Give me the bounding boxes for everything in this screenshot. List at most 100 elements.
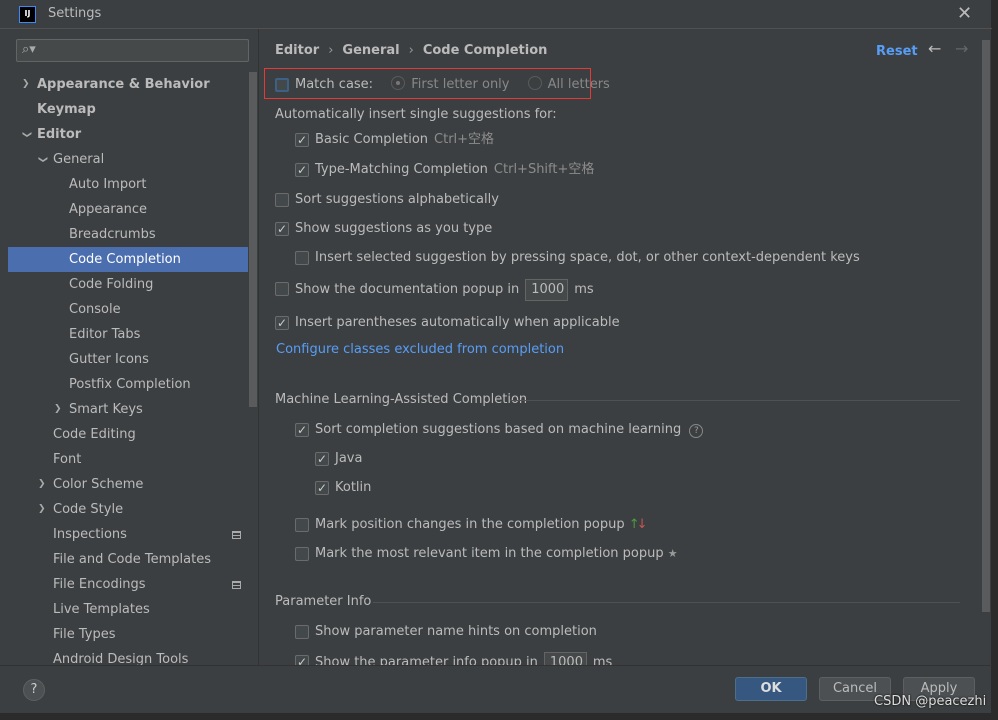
sidebar-item-label: General: [53, 152, 105, 167]
help-button[interactable]: ?: [23, 679, 45, 701]
checkbox[interactable]: [295, 251, 309, 265]
content-panel: Editor › General › Code Completion Reset ← →…: [259, 29, 992, 665]
match-case-label: Match case:: [295, 77, 374, 92]
separator: [510, 400, 960, 401]
sidebar-item-label: Color Scheme: [53, 477, 144, 492]
checkbox[interactable]: [275, 282, 289, 296]
settings-sidebar: ⌕▾ ❯ Appearance & Behavior Keymap ❯ Editor ❯ G…: [8, 29, 258, 665]
checkbox-checked[interactable]: ✓: [295, 423, 309, 437]
sidebar-item-label: Appearance: [69, 202, 148, 217]
arrow-right-icon[interactable]: →: [955, 39, 968, 58]
sidebar-item-postfix-completion[interactable]: Postfix Completion: [8, 372, 248, 397]
breadcrumb-item: Code Completion: [422, 43, 548, 58]
reset-link[interactable]: Reset: [876, 44, 918, 59]
auto-insert-label: Automatically insert single suggestions …: [275, 107, 557, 122]
breadcrumb: Editor › General › Code Completion: [275, 43, 547, 58]
sidebar-item-label: Gutter Icons: [69, 352, 149, 367]
chevron-right-icon[interactable]: ❯: [38, 472, 46, 497]
configure-excluded-link[interactable]: Configure classes excluded from completi…: [276, 342, 564, 357]
sidebar-item-label: Smart Keys: [69, 402, 143, 417]
arrow-left-icon[interactable]: ←: [928, 39, 941, 58]
breadcrumb-item[interactable]: General: [342, 43, 399, 58]
sidebar-item-label: File and Code Templates: [53, 552, 211, 567]
window-title: Settings: [48, 6, 102, 21]
ok-button[interactable]: OK: [735, 677, 807, 701]
sidebar-item-auto-import[interactable]: Auto Import: [8, 172, 248, 197]
checkbox-checked[interactable]: ✓: [295, 133, 309, 147]
checkbox-checked[interactable]: ✓: [275, 222, 289, 236]
star-icon: ★: [667, 547, 678, 560]
content-scrollbar[interactable]: [982, 40, 990, 612]
sidebar-item-font[interactable]: Font: [8, 447, 248, 472]
checkbox-checked[interactable]: ✓: [275, 316, 289, 330]
chevron-right-icon[interactable]: ❯: [38, 497, 46, 522]
chevron-down-icon[interactable]: ❯: [13, 131, 38, 139]
checkbox-checked[interactable]: ✓: [315, 452, 329, 466]
sidebar-item-label: Keymap: [37, 102, 96, 117]
sidebar-item-live-templates[interactable]: Live Templates: [8, 597, 248, 622]
param-popup-delay-input[interactable]: 1000: [543, 652, 587, 665]
sidebar-item-code-folding[interactable]: Code Folding: [8, 272, 248, 297]
radio-icon: [391, 76, 406, 90]
sidebar-item-file-encodings[interactable]: File Encodings: [8, 572, 248, 597]
sidebar-item-code-editing[interactable]: Code Editing: [8, 422, 248, 447]
sidebar-item-inspections[interactable]: Inspections: [8, 522, 248, 547]
checkbox[interactable]: [295, 625, 309, 639]
sidebar-item-breadcrumbs[interactable]: Breadcrumbs: [8, 222, 248, 247]
sidebar-item-console[interactable]: Console: [8, 297, 248, 322]
chevron-right-icon[interactable]: ❯: [22, 72, 30, 97]
radio-first-letter[interactable]: First letter only: [391, 76, 510, 92]
sidebar-item-code-style[interactable]: ❯ Code Style: [8, 497, 248, 522]
sidebar-item-label: File Types: [53, 627, 116, 642]
sidebar-item-label: Editor Tabs: [69, 327, 141, 342]
checkbox[interactable]: [295, 518, 309, 532]
checkbox-checked[interactable]: ✓: [315, 481, 329, 495]
sidebar-item-label: Postfix Completion: [69, 377, 191, 392]
sidebar-item-label: Font: [53, 452, 82, 467]
sidebar-item-gutter-icons[interactable]: Gutter Icons: [8, 347, 248, 372]
settings-window: IJ Settings ✕ ⌕▾ ❯ Appearance & Behavior K…: [0, 0, 992, 713]
search-input[interactable]: ⌕▾: [16, 39, 249, 62]
checkbox[interactable]: [275, 193, 289, 207]
sidebar-item-label: Appearance & Behavior: [37, 77, 210, 92]
sidebar-item-keymap[interactable]: Keymap: [8, 97, 248, 122]
sidebar-item-label: File Encodings: [53, 577, 146, 592]
sidebar-item-smart-keys[interactable]: ❯ Smart Keys: [8, 397, 248, 422]
chevron-right-icon: ›: [328, 43, 334, 58]
checkbox-checked[interactable]: ✓: [295, 163, 309, 177]
sidebar-item-editor[interactable]: ❯ Editor: [8, 122, 248, 147]
ml-section-header: Machine Learning-Assisted Completion: [275, 392, 960, 407]
sidebar-item-code-completion[interactable]: Code Completion: [8, 247, 248, 272]
sidebar-item-general[interactable]: ❯ General: [8, 147, 248, 172]
sidebar-item-label: Code Editing: [53, 427, 136, 442]
title-bar: IJ Settings ✕: [0, 0, 992, 29]
checkbox[interactable]: [295, 547, 309, 561]
breadcrumb-item[interactable]: Editor: [275, 43, 319, 58]
help-icon[interactable]: ?: [689, 424, 704, 438]
param-section-header: Parameter Info: [275, 594, 960, 609]
sidebar-item-appearance-behavior[interactable]: ❯ Appearance & Behavior: [8, 72, 248, 97]
sidebar-item-label: Code Folding: [69, 277, 154, 292]
intellij-logo-icon: IJ: [19, 6, 36, 23]
radio-all-letters[interactable]: All letters: [527, 76, 610, 92]
sidebar-scrollbar[interactable]: [249, 72, 257, 407]
sidebar-item-android-design-tools[interactable]: Android Design Tools: [8, 647, 248, 665]
sidebar-item-label: Code Completion: [69, 252, 181, 267]
sidebar-item-file-types[interactable]: File Types: [8, 622, 248, 647]
sidebar-item-label: Console: [69, 302, 121, 317]
chevron-right-icon[interactable]: ❯: [54, 397, 62, 422]
sidebar-item-file-and-code-templates[interactable]: File and Code Templates: [8, 547, 248, 572]
chevron-right-icon: ›: [408, 43, 414, 58]
close-icon[interactable]: ✕: [957, 3, 972, 24]
match-case-checkbox[interactable]: [275, 78, 289, 92]
sidebar-item-color-scheme[interactable]: ❯ Color Scheme: [8, 472, 248, 497]
sidebar-item-label: Inspections: [53, 527, 127, 542]
sidebar-item-label: Breadcrumbs: [69, 227, 156, 242]
modified-settings-icon: [232, 531, 241, 539]
sidebar-item-appearance[interactable]: Appearance: [8, 197, 248, 222]
doc-popup-delay-input[interactable]: 1000: [525, 279, 569, 301]
chevron-down-icon[interactable]: ❯: [29, 156, 54, 164]
checkbox-checked[interactable]: ✓: [295, 655, 309, 665]
watermark: CSDN @peacezhi: [874, 694, 987, 709]
sidebar-item-editor-tabs[interactable]: Editor Tabs: [8, 322, 248, 347]
